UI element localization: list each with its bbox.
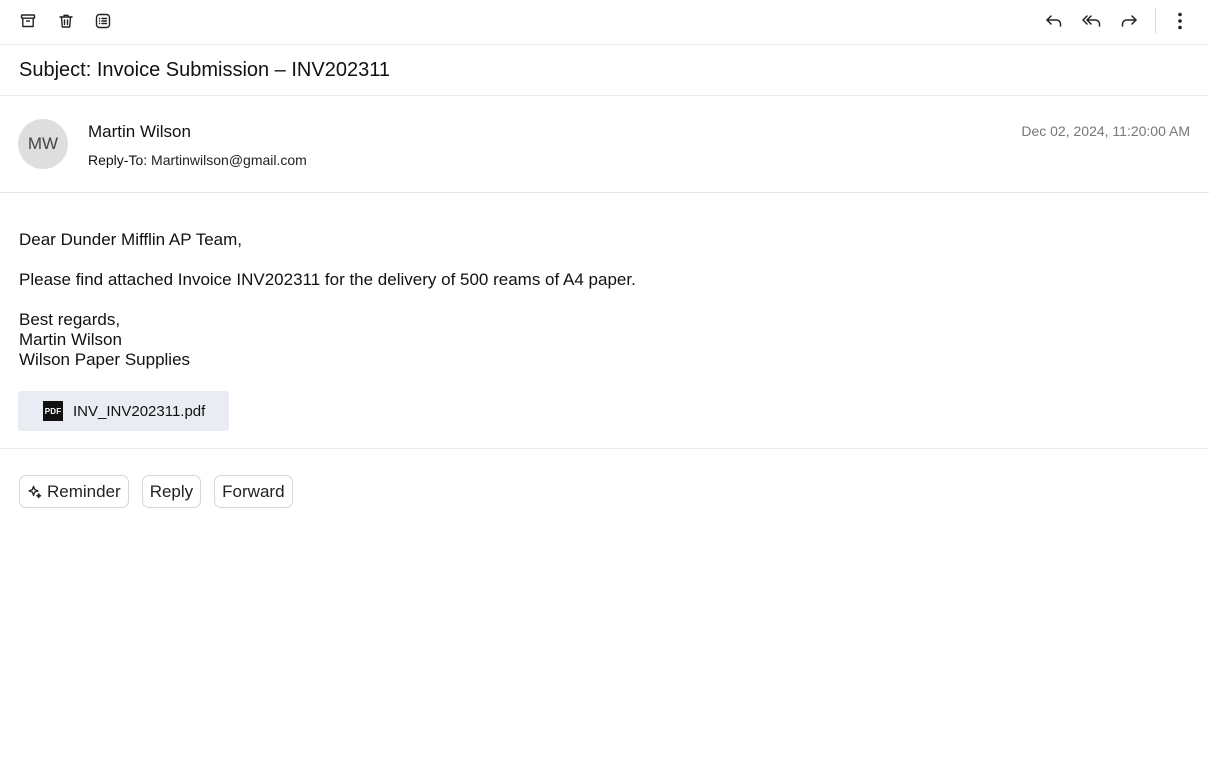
attachment-chip[interactable]: PDF INV_INV202311.pdf	[18, 391, 229, 431]
avatar: MW	[18, 119, 68, 169]
closing: Best regards,	[19, 310, 121, 329]
signature-name: Martin Wilson	[19, 330, 122, 349]
reply-icon[interactable]	[1039, 6, 1069, 36]
forward-icon[interactable]	[1114, 6, 1144, 36]
action-bar: Reminder Reply Forward	[0, 449, 1209, 508]
reply-button[interactable]: Reply	[141, 475, 202, 508]
email-body: Dear Dunder Mifflin AP Team, Please find…	[0, 193, 1209, 370]
reminder-button[interactable]: Reminder	[19, 475, 129, 508]
signature-company: Wilson Paper Supplies	[19, 350, 191, 369]
forward-button[interactable]: Forward	[214, 475, 293, 508]
greeting: Dear Dunder Mifflin AP Team,	[19, 230, 243, 249]
more-vertical-icon[interactable]	[1165, 6, 1195, 36]
forward-label: Forward	[222, 481, 285, 501]
subject-row: Subject: Invoice Submission – INV202311	[0, 45, 1209, 96]
reply-to-line: Reply-To: Martinwilson@gmail.com	[88, 152, 307, 168]
toolbar	[0, 0, 1209, 45]
attachment-filename: INV_INV202311.pdf	[73, 402, 206, 420]
reply-to-email[interactable]: Martinwilson@gmail.com	[151, 152, 307, 168]
body-paragraph: Please find attached Invoice INV202311 f…	[19, 270, 636, 289]
reply-all-icon[interactable]	[1077, 6, 1107, 36]
reply-label: Reply	[149, 481, 194, 501]
trash-icon[interactable]	[51, 6, 81, 36]
email-subject: Subject: Invoice Submission – INV202311	[19, 58, 390, 81]
toolbar-separator	[1155, 8, 1156, 34]
email-date: Dec 02, 2024, 11:20:00 AM	[1021, 123, 1190, 139]
sender-name: Martin Wilson	[88, 122, 191, 141]
reminder-label: Reminder	[47, 481, 121, 501]
list-icon[interactable]	[88, 6, 118, 36]
sparkle-icon	[28, 485, 42, 499]
reply-to-label: Reply-To:	[88, 152, 148, 168]
archive-icon[interactable]	[13, 6, 43, 36]
sender-header: MW Martin Wilson Reply-To: Martinwilson@…	[0, 96, 1209, 193]
pdf-file-icon: PDF	[43, 401, 63, 421]
